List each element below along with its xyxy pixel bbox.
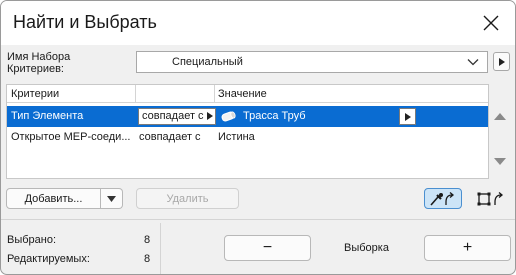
value-menu-button[interactable] [399,108,416,125]
criteria-set-menu-button[interactable] [493,52,510,71]
divider [1,219,515,220]
delete-button[interactable]: Удалить [136,188,239,209]
criterion-cell: Открытое MEP-соеди... [11,131,131,143]
pipe-icon [221,111,236,122]
chevron-down-icon [467,59,479,66]
table-header: Критерии Значение [7,85,488,103]
selection-label: Выборка [344,242,389,254]
editable-label: Редактируемых: [7,253,90,265]
value-cell: Истина [218,131,255,143]
table-row[interactable]: Тип Элемента совпадает с Трасса Труб [7,106,488,127]
editable-count: 8 [144,253,151,265]
arrow-right-icon [207,112,213,120]
table-row[interactable]: Открытое MEP-соеди... совпадает с Истина [7,127,488,148]
minus-icon: − [262,239,273,256]
arrow-right-icon [498,57,505,66]
close-icon [483,15,499,31]
deselect-button[interactable]: − [224,235,311,261]
column-header-criteria: Критерии [11,88,60,100]
arrow-right-icon [404,112,411,121]
divider [160,223,161,274]
criteria-set-label: Имя Набора Критериев: [7,51,70,75]
plus-icon: + [462,239,473,256]
delete-button-label: Удалить [166,192,209,205]
criteria-set-dropdown[interactable]: Специальный [136,51,488,73]
criteria-set-value: Специальный [172,56,243,68]
crop-icon [477,191,504,205]
title-bar: Найти и Выбрать [1,1,515,45]
select-button[interactable]: + [424,235,511,261]
column-header-value: Значение [218,88,267,100]
selected-label: Выбрано: [7,234,57,246]
marquee-button[interactable] [473,188,511,209]
find-select-dialog: Найти и Выбрать Имя Набора Критериев: Сп… [0,0,516,275]
add-button-label: Добавить... [24,192,83,205]
dialog-title: Найти и Выбрать [13,12,157,32]
pick-parameters-button[interactable] [424,188,462,209]
criteria-set-label-line1: Имя Набора [7,51,71,63]
add-button[interactable]: Добавить... [6,188,101,209]
scroll-down-icon[interactable] [493,157,507,167]
operator-value: совпадает с [142,110,204,122]
chevron-down-icon [107,195,116,202]
criterion-cell: Тип Элемента [11,110,84,122]
criteria-set-label-line2: Критериев: [7,63,64,75]
operator-cell: совпадает с [139,131,201,143]
eyedropper-icon [430,191,455,206]
scroll-up-icon[interactable] [493,111,507,121]
criteria-table: Критерии Значение Тип Элемента совпадает… [6,84,489,179]
column-divider [214,85,215,103]
add-options-button[interactable] [101,188,123,209]
value-cell: Трасса Труб [243,110,306,122]
selected-count: 8 [144,234,151,246]
close-button[interactable] [475,7,507,39]
operator-dropdown[interactable]: совпадает с [138,108,216,125]
column-divider [135,85,136,103]
